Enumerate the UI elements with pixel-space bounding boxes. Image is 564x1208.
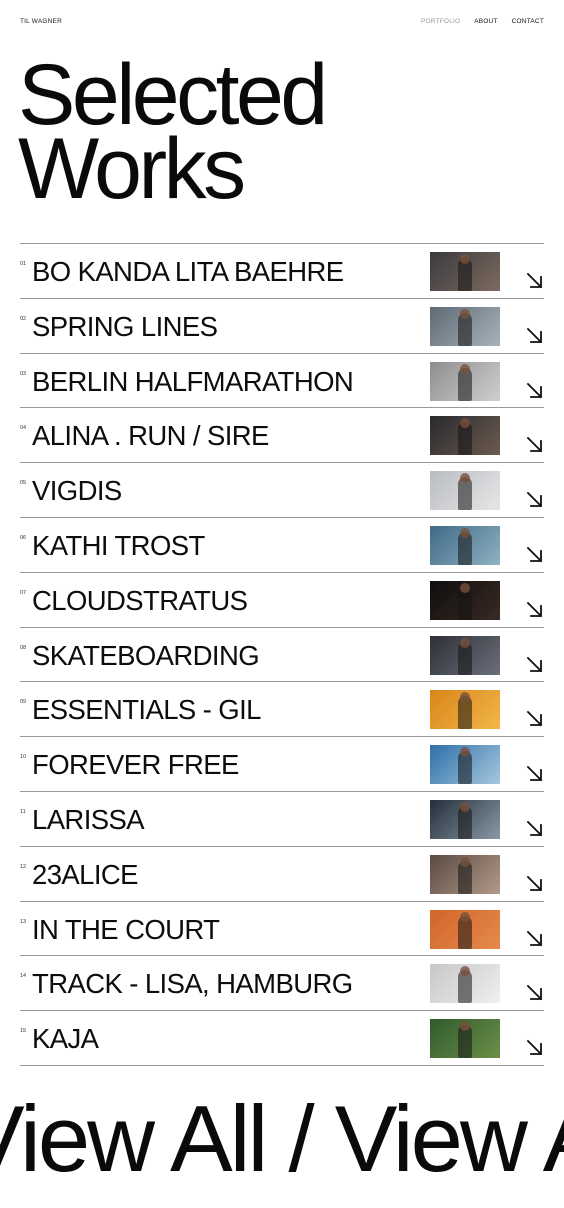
work-thumbnail[interactable]: [430, 854, 500, 894]
work-thumbnail[interactable]: [430, 909, 500, 949]
work-title[interactable]: VIGDIS: [32, 475, 122, 507]
work-title[interactable]: TRACK - LISA, HAMBURG: [32, 968, 353, 1000]
brand-link[interactable]: TIL WAGNER: [20, 18, 62, 25]
arrow-down-right-icon[interactable]: [525, 929, 544, 948]
thumbnail-figure-head: [460, 637, 470, 648]
work-item[interactable]: 08 SKATEBOARDING: [20, 628, 544, 683]
view-all-marquee[interactable]: View All / View All / View All: [0, 1092, 564, 1192]
arrow-down-right-icon[interactable]: [525, 709, 544, 728]
work-title[interactable]: SPRING LINES: [32, 311, 218, 343]
work-title[interactable]: CLOUDSTRATUS: [32, 585, 248, 617]
arrow-down-right-icon[interactable]: [525, 490, 544, 509]
work-thumbnail[interactable]: [430, 690, 500, 730]
arrow-down-right-icon[interactable]: [525, 381, 544, 400]
work-title[interactable]: BERLIN HALFMARATHON: [32, 366, 354, 398]
page-title-line-2: Works: [18, 121, 246, 217]
work-item[interactable]: 10 FOREVER FREE: [20, 737, 544, 792]
work-number: 12: [20, 863, 27, 870]
thumbnail-figure-head: [460, 254, 470, 264]
arrow-down-right-icon[interactable]: [525, 326, 544, 345]
work-thumbnail[interactable]: [430, 580, 500, 620]
work-title[interactable]: 23ALICE: [32, 859, 138, 891]
arrow-down-right-icon[interactable]: [525, 764, 544, 783]
thumbnail-figure-head: [460, 363, 470, 374]
work-title[interactable]: IN THE COURT: [32, 914, 220, 946]
work-thumbnail[interactable]: [430, 416, 500, 456]
work-item[interactable]: 05 VIGDIS: [20, 463, 544, 518]
thumbnail-figure-head: [460, 911, 470, 922]
work-item[interactable]: 12 23ALICE: [20, 847, 544, 902]
work-number: 01: [20, 261, 27, 267]
thumbnail-figure-head: [460, 527, 470, 538]
arrow-down-right-icon[interactable]: [525, 983, 544, 1002]
nav-about[interactable]: ABOUT: [474, 18, 497, 25]
work-number: 15: [20, 1028, 27, 1035]
work-title[interactable]: KAJA: [32, 1023, 99, 1055]
works-list: 01 BO KANDA LITA BAEHRE 02 SPRING LINES 03 BE…: [20, 243, 544, 1066]
work-item[interactable]: 04 ALINA . RUN / SIRE: [20, 408, 544, 464]
thumbnail-figure-head: [460, 856, 470, 867]
work-thumbnail[interactable]: [430, 799, 500, 839]
work-item[interactable]: 03 BERLIN HALFMARATHON: [20, 354, 544, 409]
work-thumbnail[interactable]: [430, 306, 500, 346]
arrow-down-right-icon[interactable]: [525, 545, 544, 564]
work-item[interactable]: 09 ESSENTIALS - GIL: [20, 682, 544, 738]
work-number: 08: [20, 644, 27, 651]
work-title[interactable]: FOREVER FREE: [32, 749, 239, 781]
work-item[interactable]: 15 KAJA: [20, 1011, 544, 1066]
work-number: 14: [20, 973, 27, 980]
arrow-down-right-icon[interactable]: [525, 600, 544, 619]
work-number: 09: [20, 699, 27, 706]
work-thumbnail[interactable]: [430, 1019, 500, 1059]
work-number: 07: [20, 589, 27, 596]
thumbnail-figure-head: [460, 582, 470, 593]
work-title[interactable]: ESSENTIALS - GIL: [32, 694, 261, 726]
work-item[interactable]: 07 CLOUDSTRATUS: [20, 573, 544, 628]
work-thumbnail[interactable]: [430, 964, 500, 1004]
work-thumbnail[interactable]: [430, 471, 500, 511]
arrow-down-right-icon[interactable]: [525, 1038, 544, 1057]
work-item[interactable]: 06 KATHI TROST: [20, 518, 544, 573]
thumbnail-figure-head: [460, 801, 470, 812]
work-number: 11: [20, 808, 26, 815]
work-thumbnail[interactable]: [430, 635, 500, 675]
work-number: 10: [20, 754, 27, 761]
work-item[interactable]: 01 BO KANDA LITA BAEHRE: [20, 244, 544, 299]
work-number: 03: [20, 370, 27, 377]
work-number: 13: [20, 918, 27, 925]
work-title[interactable]: KATHI TROST: [32, 530, 205, 562]
work-title[interactable]: LARISSA: [32, 804, 145, 836]
main-nav: PORTFOLIO ABOUT CONTACT: [421, 18, 544, 25]
arrow-down-right-icon[interactable]: [525, 874, 544, 893]
arrow-down-right-icon[interactable]: [525, 819, 544, 838]
work-thumbnail[interactable]: [430, 252, 500, 291]
work-title[interactable]: ALINA . RUN / SIRE: [32, 420, 269, 452]
nav-contact[interactable]: CONTACT: [512, 18, 544, 25]
work-thumbnail[interactable]: [430, 361, 500, 401]
work-thumbnail[interactable]: [430, 745, 500, 785]
work-item[interactable]: 14 TRACK - LISA, HAMBURG: [20, 956, 544, 1012]
thumbnail-figure-head: [460, 308, 470, 319]
nav-portfolio[interactable]: PORTFOLIO: [421, 18, 460, 25]
arrow-down-right-icon[interactable]: [525, 435, 544, 454]
work-number: 04: [20, 425, 27, 432]
work-title[interactable]: BO KANDA LITA BAEHRE: [32, 256, 344, 288]
work-number: 02: [20, 315, 27, 322]
arrow-down-right-icon[interactable]: [525, 655, 544, 674]
work-number: 06: [20, 534, 27, 541]
work-item[interactable]: 13 IN THE COURT: [20, 902, 544, 957]
work-item[interactable]: 02 SPRING LINES: [20, 299, 544, 354]
work-thumbnail[interactable]: [430, 525, 500, 565]
work-number: 05: [20, 480, 27, 487]
work-item[interactable]: 11 LARISSA: [20, 792, 544, 847]
arrow-down-right-icon[interactable]: [525, 271, 544, 290]
work-title[interactable]: SKATEBOARDING: [32, 640, 260, 672]
page-title: Selected Works: [18, 52, 328, 217]
top-bar: TIL WAGNER PORTFOLIO ABOUT CONTACT: [20, 18, 544, 32]
view-all-text[interactable]: View All / View All / View All: [0, 1092, 564, 1186]
